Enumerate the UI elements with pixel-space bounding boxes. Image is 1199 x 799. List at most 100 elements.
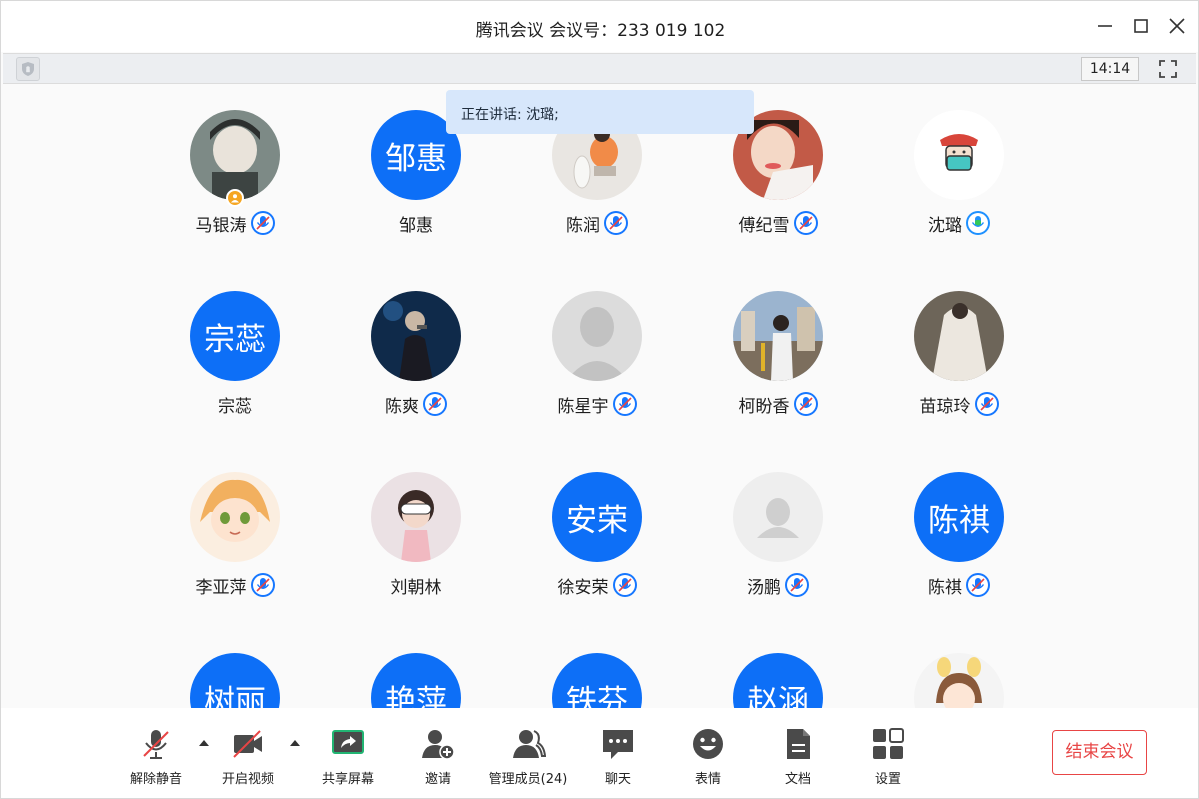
settings-grid-icon (873, 728, 904, 759)
unmute-button[interactable]: 解除静音 (116, 726, 196, 792)
participant-tile[interactable]: 艳萍 (331, 628, 501, 708)
participant-name: 刘朝林 (390, 577, 442, 598)
mic-off-icon (143, 730, 169, 759)
participant-tile[interactable]: 宗蕊 宗蕊 (150, 266, 320, 417)
avatar (371, 291, 461, 381)
avatar (914, 291, 1004, 381)
participant-tile[interactable]: 柯盼香 (693, 266, 863, 417)
participant-tile[interactable]: 刘朝林 (331, 447, 501, 598)
mic-active-icon (966, 211, 990, 235)
minimize-icon[interactable] (1094, 15, 1116, 37)
avatar (733, 472, 823, 562)
participant-name: 邹惠 (399, 215, 433, 236)
participant-name: 陈祺 (928, 577, 962, 598)
video-options-caret-icon[interactable] (288, 736, 302, 750)
mic-muted-icon (612, 573, 637, 597)
maximize-icon[interactable] (1130, 15, 1152, 37)
mic-muted-icon (785, 573, 809, 597)
participant-name: 马银涛 (195, 215, 247, 236)
avatar (914, 110, 1004, 200)
participant-tile[interactable]: 安荣 徐安荣 (512, 447, 682, 598)
avatar (733, 291, 823, 381)
share-screen-button[interactable]: 共享屏幕 (308, 726, 388, 792)
participant-name: 傅纪雪 (738, 215, 790, 236)
documents-button[interactable]: 文档 (758, 726, 838, 792)
chat-button[interactable]: 聊天 (578, 726, 658, 792)
participant-name: 徐安荣 (557, 577, 609, 598)
settings-button[interactable]: 设置 (848, 726, 928, 792)
mic-muted-icon (793, 211, 818, 235)
participant-tile[interactable]: 赵涵 (693, 628, 863, 708)
settings-label: 设置 (874, 772, 901, 787)
avatar (190, 110, 280, 200)
avatar (914, 653, 1004, 708)
avatar: 树丽 (190, 653, 280, 708)
participant-name: 宗蕊 (218, 396, 252, 417)
mic-muted-icon (250, 211, 275, 235)
participant-name: 陈润 (566, 215, 600, 236)
avatar: 铁芬 (552, 653, 642, 708)
share-screen-label: 共享屏幕 (321, 772, 374, 787)
start-video-label: 开启视频 (221, 772, 274, 787)
mic-muted-icon (612, 392, 637, 416)
participant-tile[interactable]: 陈星宇 (512, 266, 682, 417)
mic-muted-icon (604, 211, 628, 235)
participant-tile[interactable]: 苗琼玲 (874, 266, 1044, 417)
add-user-icon (422, 730, 455, 760)
mic-muted-icon (423, 392, 447, 416)
participant-tile[interactable]: 沈璐 (874, 85, 1044, 236)
participant-tile[interactable]: 陈祺 陈祺 (874, 447, 1044, 598)
title-bar: 腾讯会议 会议号：233 019 102 (1, 1, 1198, 52)
end-meeting-button[interactable]: 结束会议 (1052, 730, 1147, 775)
meeting-toolbar: 解除静音 开启视频 共享屏幕 邀请 管理成员(24) 聊天 表情 文档 设置 结… (1, 708, 1198, 798)
avatar: 艳萍 (371, 653, 461, 708)
document-icon (787, 729, 810, 759)
avatar: 宗蕊 (190, 291, 280, 381)
meeting-timer: 14:14 (1081, 57, 1139, 81)
participant-tile[interactable]: 汤鹏 (693, 447, 863, 598)
participant-name: 陈爽 (385, 396, 419, 417)
security-shield-icon[interactable] (16, 57, 40, 81)
unmute-label: 解除静音 (129, 772, 182, 787)
avatar: 安荣 (552, 472, 642, 562)
chat-label: 聊天 (604, 772, 631, 787)
meeting-title: 腾讯会议 会议号：233 019 102 (475, 21, 726, 41)
video-off-icon (233, 730, 262, 758)
host-badge-icon (226, 189, 244, 207)
participant-tile[interactable]: 铁芬 (512, 628, 682, 708)
manage-members-label: 管理成员(24) (488, 772, 568, 787)
participant-name: 沈璐 (928, 215, 962, 236)
participant-tile[interactable]: 李亚萍 (150, 447, 320, 598)
participant-name: 陈星宇 (557, 396, 609, 417)
avatar (190, 472, 280, 562)
mic-muted-icon (793, 392, 818, 416)
participant-tile[interactable] (874, 628, 1044, 708)
participant-name: 苗琼玲 (919, 396, 971, 417)
manage-members-button[interactable]: 管理成员(24) (488, 726, 568, 792)
participant-name: 柯盼香 (738, 396, 790, 417)
avatar (552, 291, 642, 381)
documents-label: 文档 (784, 772, 811, 787)
mic-muted-icon (966, 573, 990, 597)
participant-tile[interactable]: 陈爽 (331, 266, 501, 417)
participant-name: 李亚萍 (195, 577, 247, 598)
fullscreen-icon[interactable] (1156, 57, 1180, 81)
share-screen-icon (332, 730, 364, 754)
avatar: 赵涵 (733, 653, 823, 708)
speaking-indicator: 正在讲话: 沈璐; (446, 90, 754, 134)
start-video-button[interactable]: 开启视频 (208, 726, 288, 792)
invite-button[interactable]: 邀请 (398, 726, 478, 792)
participant-tile[interactable]: 马银涛 (150, 85, 320, 236)
invite-label: 邀请 (424, 772, 451, 787)
avatar (371, 472, 461, 562)
mic-muted-icon (250, 573, 275, 597)
emoji-label: 表情 (694, 772, 721, 787)
participant-tile[interactable]: 树丽 (150, 628, 320, 708)
close-icon[interactable] (1166, 15, 1188, 37)
emoji-button[interactable]: 表情 (668, 726, 748, 792)
chat-icon (603, 730, 633, 759)
participant-grid: 马银涛 邹惠 邹惠 陈润 傅纪雪 沈璐 宗蕊 宗蕊 陈爽 陈星宇 柯盼香 苗琼玲… (1, 85, 1198, 708)
mic-muted-icon (974, 392, 999, 416)
members-icon (513, 730, 546, 758)
emoji-icon (693, 729, 723, 759)
